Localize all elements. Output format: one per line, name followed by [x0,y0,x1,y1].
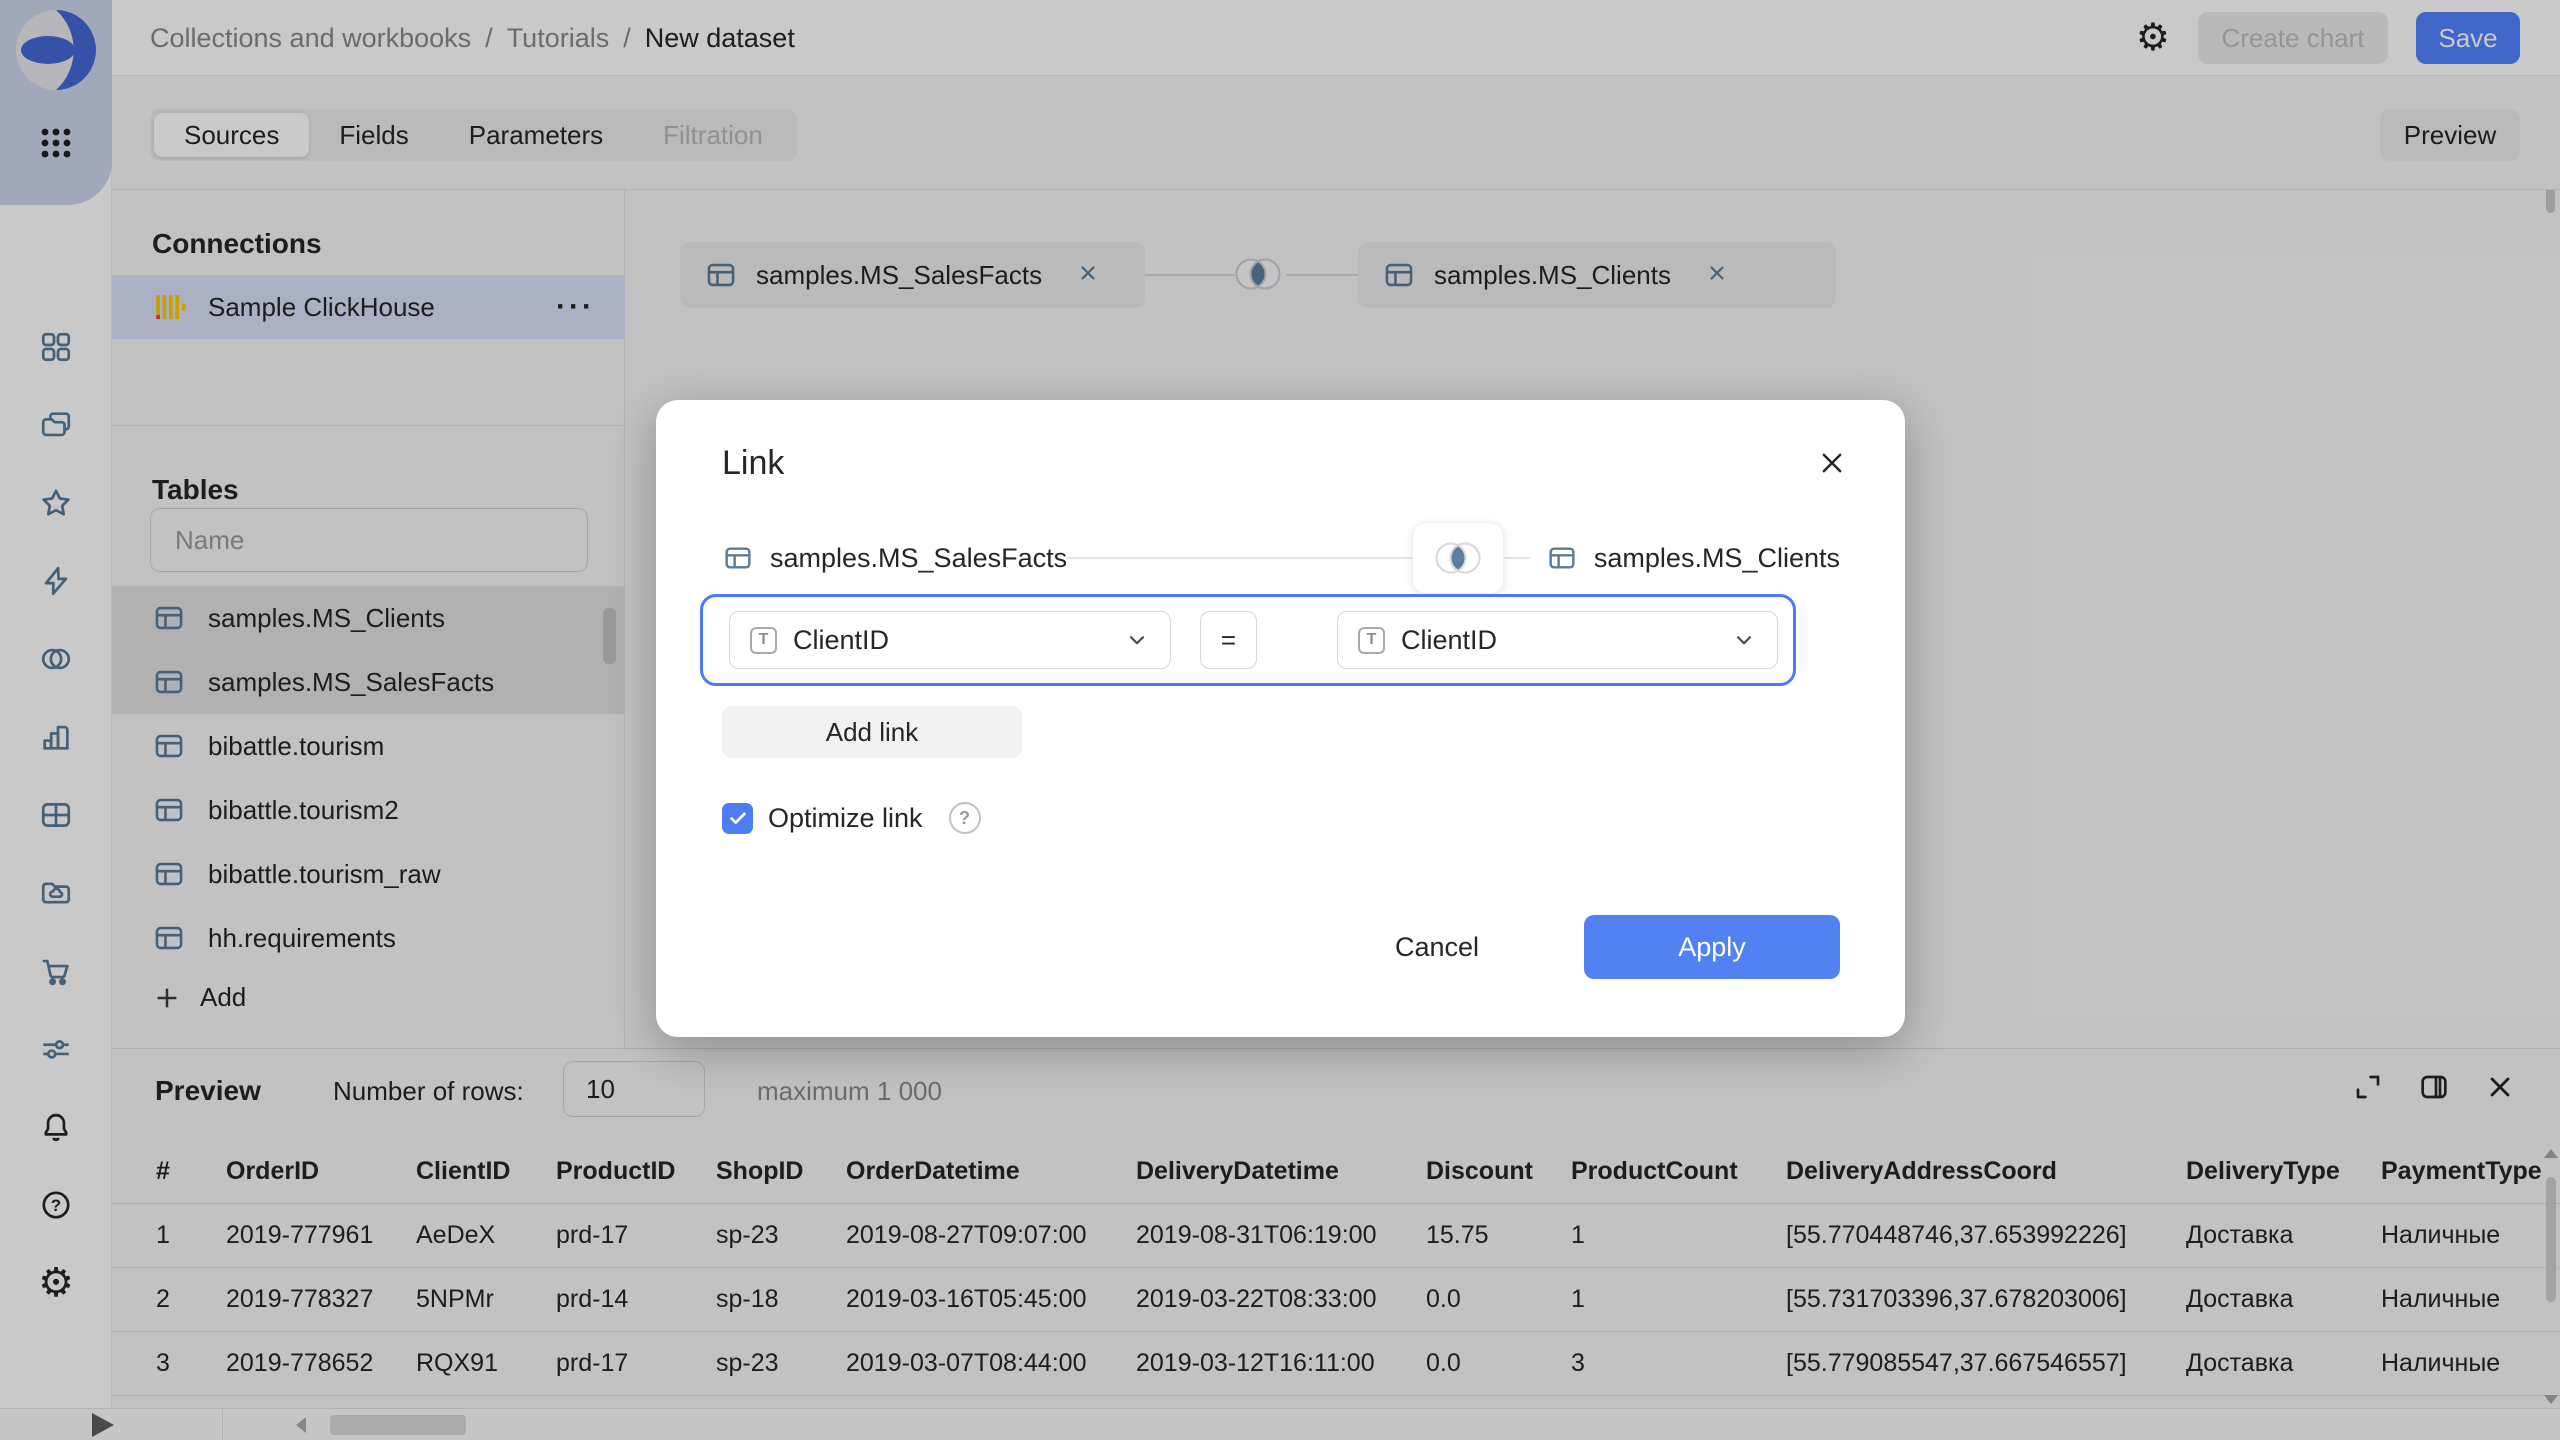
left-field-select[interactable]: T ClientID [729,611,1171,669]
left-field-value: ClientID [793,625,1124,656]
string-type-icon: T [750,627,777,654]
join-type-button[interactable] [1412,522,1504,594]
chevron-down-icon [1731,627,1757,653]
add-link-button[interactable]: Add link [722,706,1022,758]
app-root: Collections and workbooks / Tutorials / … [0,0,2560,1440]
table-icon [722,542,754,574]
optimize-link-row: Optimize link ? [722,802,981,834]
chevron-down-icon [1124,627,1150,653]
apply-button[interactable]: Apply [1584,915,1840,979]
modal-right-table-name: samples.MS_Clients [1594,543,1840,574]
operator-button[interactable]: = [1200,611,1257,669]
right-field-value: ClientID [1401,625,1731,656]
inner-join-venn-icon [1430,536,1486,580]
join-line [1067,557,1412,559]
link-modal: Link samples.MS_SalesFacts samples.MS_Cl… [656,400,1905,1037]
right-field-select[interactable]: T ClientID [1337,611,1778,669]
help-question-icon[interactable]: ? [949,802,981,834]
join-line [1504,557,1530,559]
modal-footer: Cancel Apply [656,915,1905,979]
table-icon [1546,542,1578,574]
check-icon [727,807,749,829]
modal-title: Link [722,444,784,483]
optimize-link-checkbox[interactable] [722,803,753,834]
string-type-icon: T [1358,627,1385,654]
modal-join-row: samples.MS_SalesFacts samples.MS_Clients [722,522,1840,594]
modal-left-table-name: samples.MS_SalesFacts [770,543,1067,574]
optimize-link-label: Optimize link [768,803,923,834]
cancel-button[interactable]: Cancel [1367,915,1507,979]
modal-close-icon[interactable] [1817,448,1847,478]
link-condition-row: T ClientID = T ClientID [700,594,1796,686]
